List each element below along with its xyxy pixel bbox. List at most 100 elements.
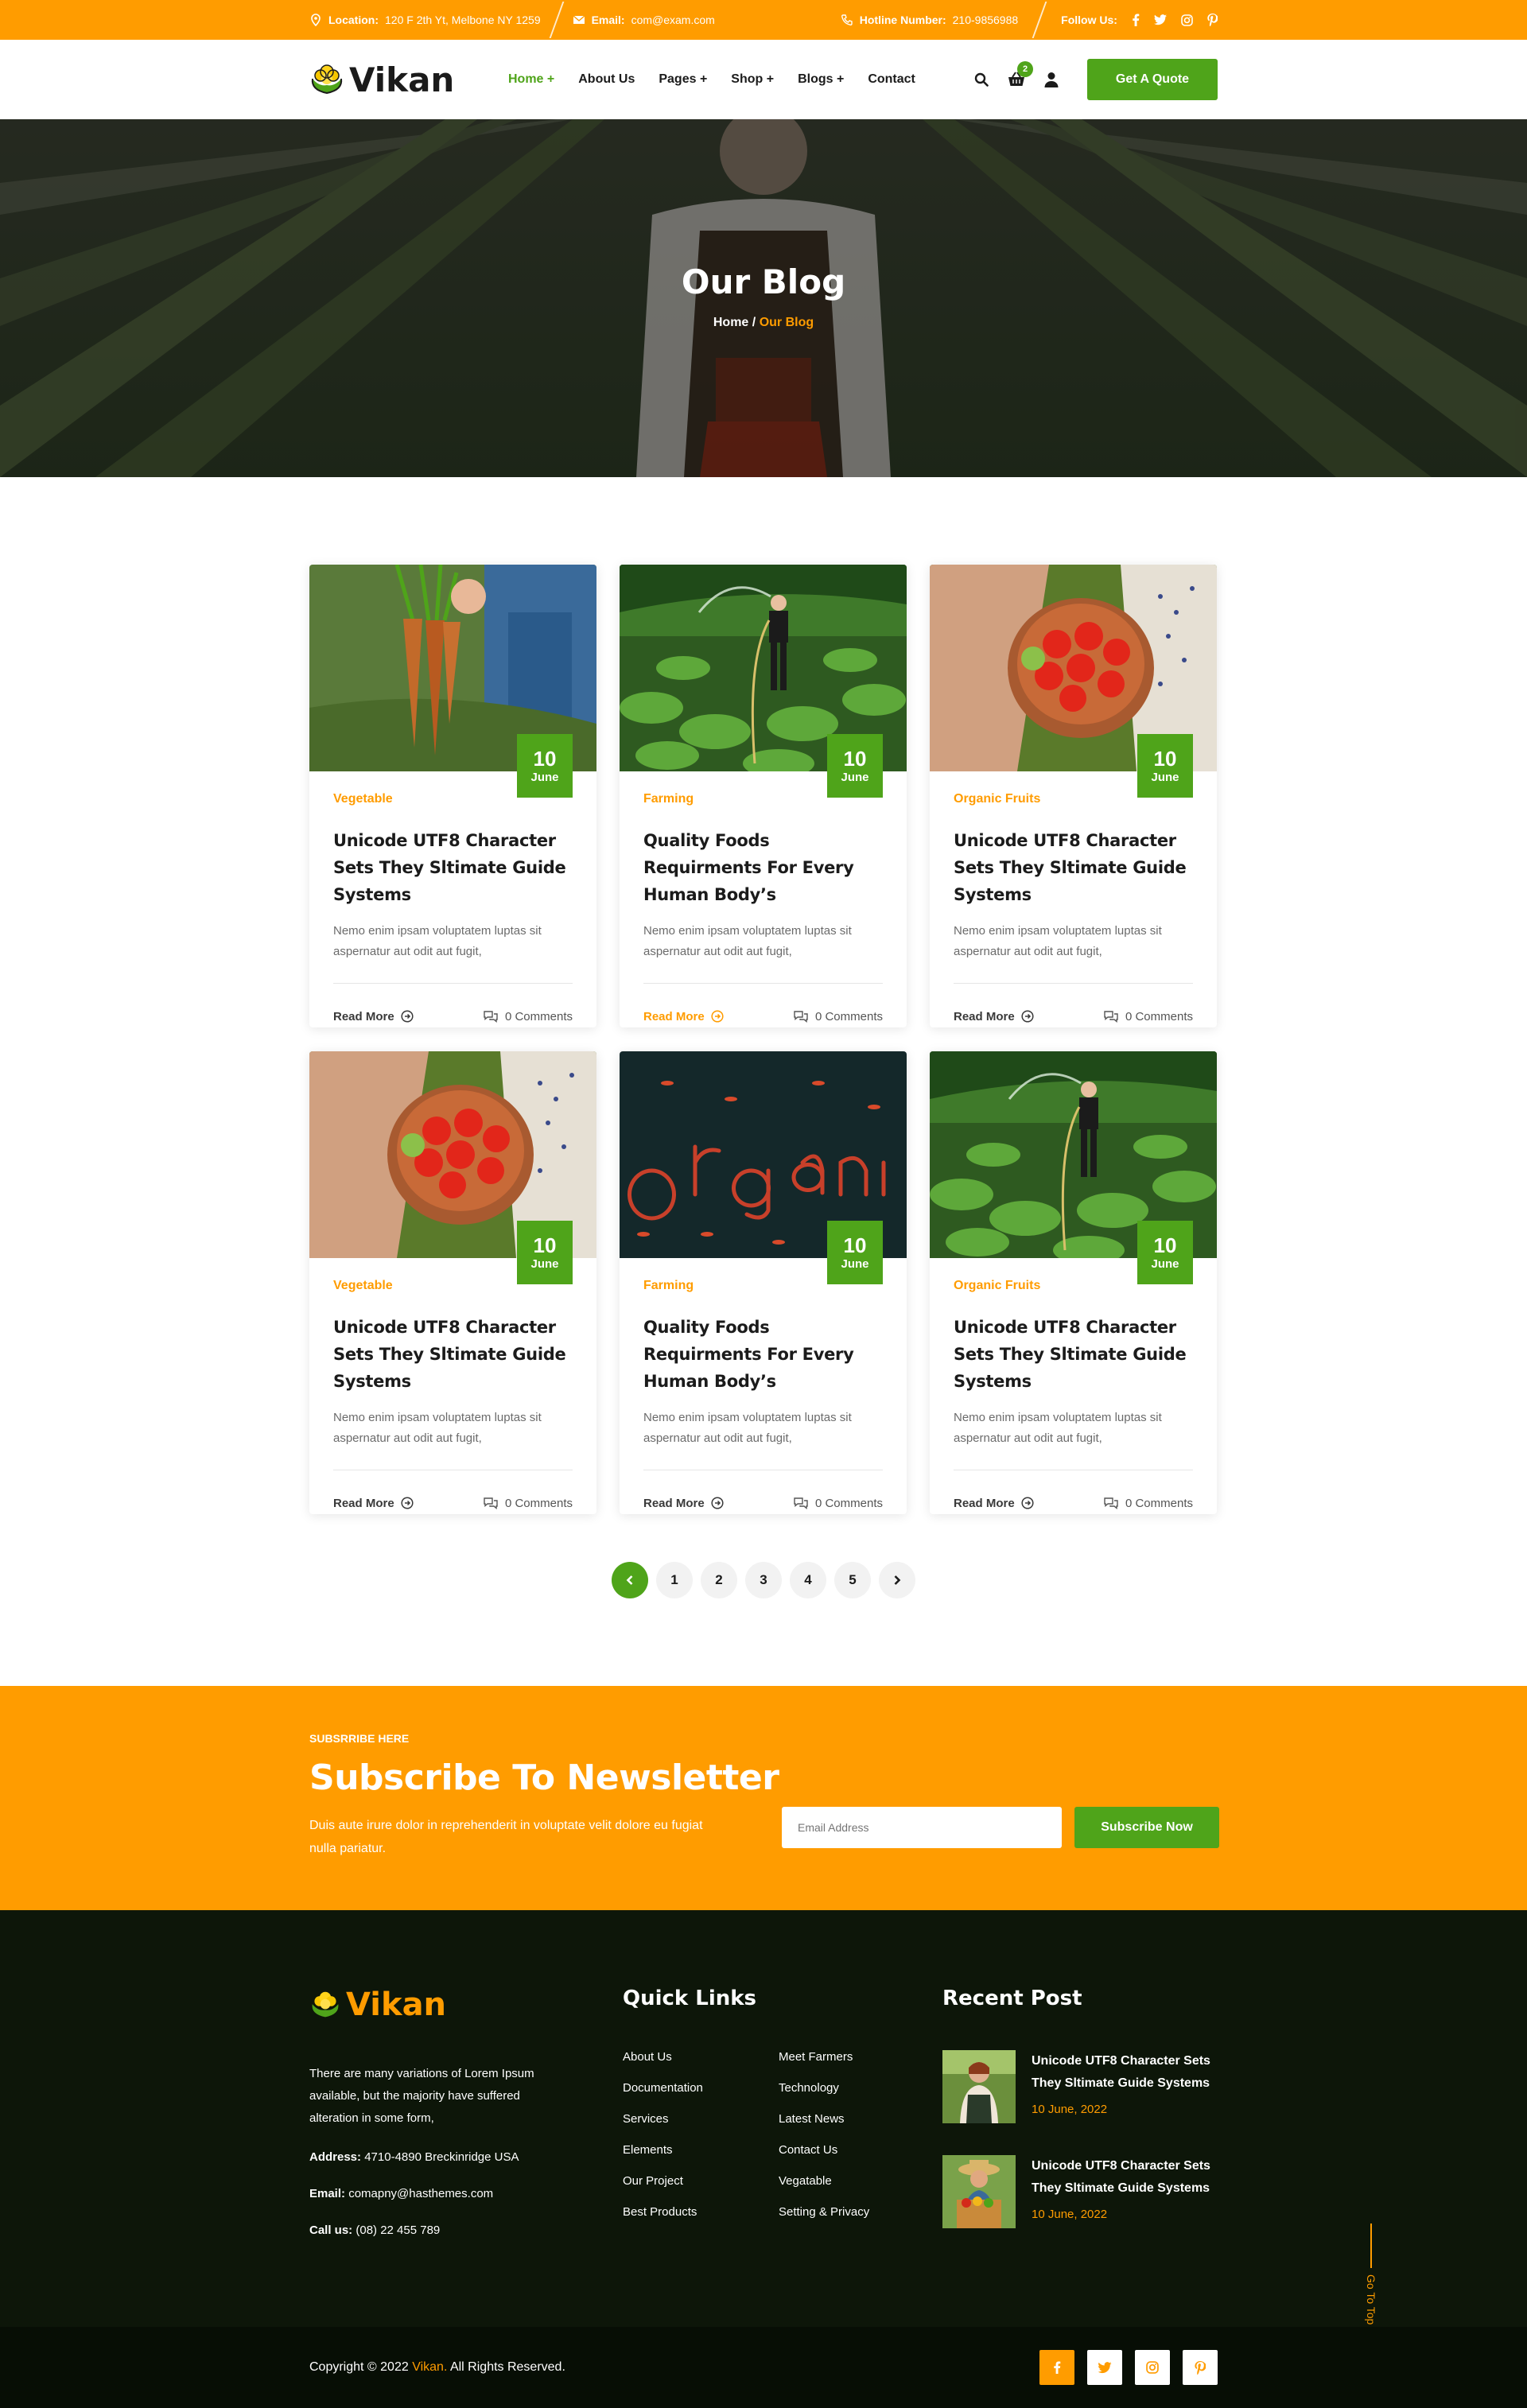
site-logo[interactable]: Vikan (309, 60, 508, 99)
post-title[interactable]: Unicode UTF8 Character Sets They Sltimat… (954, 827, 1193, 908)
read-more-link[interactable]: Read More (333, 1010, 414, 1023)
post-title[interactable]: Unicode UTF8 Character Sets They Sltimat… (333, 827, 573, 908)
read-more-link[interactable]: Read More (643, 1497, 724, 1510)
post-title[interactable]: Unicode UTF8 Character Sets They Sltimat… (333, 1314, 573, 1395)
comments-link[interactable]: 0 Comments (1103, 1497, 1193, 1510)
recent-post-date: 10 June, 2022 (1032, 2208, 1108, 2221)
footer-logo[interactable]: Vikan (309, 1987, 623, 2023)
recent-post-title[interactable]: Unicode UTF8 Character Sets They Sltimat… (1032, 2050, 1218, 2095)
facebook-icon[interactable] (1132, 14, 1140, 26)
recent-post-title[interactable]: Unicode UTF8 Character Sets They Sltimat… (1032, 2155, 1218, 2200)
copyright-brand[interactable]: Vikan. (412, 2360, 447, 2374)
previous-page-button[interactable] (612, 1562, 648, 1598)
instagram-icon[interactable] (1181, 14, 1193, 26)
blog-card-image[interactable]: 10 June (930, 1051, 1217, 1284)
post-title[interactable]: Unicode UTF8 Character Sets They Sltimat… (954, 1314, 1193, 1395)
next-page-button[interactable] (879, 1562, 915, 1598)
blog-card[interactable]: 10 June Farming Quality Foods Requirments F… (620, 565, 907, 1027)
email-label: Email: (309, 2187, 346, 2200)
twitter-link[interactable] (1087, 2350, 1122, 2385)
comments-link[interactable]: 0 Comments (793, 1010, 883, 1023)
blog-card[interactable]: 10 June Organic Fruits Unicode UTF8 Charact… (930, 1051, 1217, 1514)
blog-card[interactable]: 10 June Farming Quality Foods Requirments F… (620, 1051, 907, 1514)
comments-link[interactable]: 0 Comments (1103, 1010, 1193, 1023)
email-info: Email: com@exam.com (573, 14, 715, 26)
blog-card[interactable]: 10 June Vegetable Unicode UTF8 Character Se… (309, 565, 596, 1027)
recent-post[interactable]: Unicode UTF8 Character Sets They Sltimat… (942, 2155, 1218, 2228)
twitter-icon[interactable] (1153, 14, 1167, 25)
blog-card-footer: Read More 0 Comments (333, 984, 573, 1027)
quick-link-settingprivacy[interactable]: Setting & Privacy (779, 2205, 934, 2219)
hotline-value[interactable]: 210-9856988 (953, 14, 1019, 26)
blog-card-image[interactable]: 10 June (620, 565, 907, 798)
blog-card-image[interactable]: 10 June (309, 565, 596, 798)
newsletter-kicker: SUBSRRIBE HERE (309, 1732, 410, 1745)
quick-link-services[interactable]: Services (623, 2112, 779, 2126)
nav-item-aboutus[interactable]: About Us (578, 72, 635, 87)
post-title[interactable]: Quality Foods Requirments For Every Huma… (643, 1314, 883, 1395)
nav-item-pages[interactable]: Pages + (659, 72, 707, 87)
date-month: June (841, 770, 869, 784)
email-value[interactable]: comapny@hasthemes.com (348, 2187, 493, 2200)
subscribe-now-button[interactable]: Subscribe Now (1074, 1807, 1219, 1848)
recent-post[interactable]: Unicode UTF8 Character Sets They Sltimat… (942, 2050, 1218, 2123)
account-button[interactable] (1043, 71, 1060, 88)
read-more-link[interactable]: Read More (643, 1010, 724, 1023)
quick-link-contactus[interactable]: Contact Us (779, 2143, 934, 2157)
email-value[interactable]: com@exam.com (631, 14, 715, 26)
cart-count-badge: 2 (1017, 61, 1033, 77)
nav-item-blogs[interactable]: Blogs + (798, 72, 844, 87)
blog-card-body: Farming Quality Foods Requirments For Eve… (620, 771, 907, 1027)
quick-link-documentation[interactable]: Documentation (623, 2081, 779, 2095)
nav-item-shop[interactable]: Shop + (731, 72, 774, 87)
page-1-button[interactable]: 1 (656, 1562, 693, 1598)
instagram-link[interactable] (1135, 2350, 1170, 2385)
blog-card-image[interactable]: 10 June (620, 1051, 907, 1284)
blog-card-image[interactable]: 10 June (309, 1051, 596, 1284)
blog-card-body: Vegetable Unicode UTF8 Character Sets The… (309, 1258, 596, 1514)
page-3-button[interactable]: 3 (745, 1562, 782, 1598)
blog-card[interactable]: 10 June Vegetable Unicode UTF8 Character Se… (309, 1051, 596, 1514)
quick-link-elements[interactable]: Elements (623, 2143, 779, 2157)
footer-bottom-bar: Copyright © 2022 Vikan. All Rights Reser… (0, 2327, 1527, 2408)
email-address-input[interactable] (782, 1807, 1062, 1848)
nav-item-home[interactable]: Home + (508, 72, 554, 87)
read-more-link[interactable]: Read More (954, 1497, 1034, 1510)
date-month: June (1151, 770, 1179, 784)
comments-link[interactable]: 0 Comments (793, 1497, 883, 1510)
page-2-button[interactable]: 2 (701, 1562, 737, 1598)
comments-icon (1104, 1497, 1118, 1509)
page-hero: Our Blog Home / Our Blog (0, 119, 1527, 477)
breadcrumb-home-link[interactable]: Home (713, 316, 748, 329)
cart-button[interactable]: 2 (1008, 61, 1033, 88)
page-5-button[interactable]: 5 (834, 1562, 871, 1598)
search-button[interactable] (973, 71, 990, 88)
quick-link-vegatable[interactable]: Vegatable (779, 2174, 934, 2188)
go-to-top-button[interactable]: Go To Top (1352, 2224, 1390, 2324)
read-more-label: Read More (954, 1496, 1015, 1510)
comments-link[interactable]: 0 Comments (483, 1497, 573, 1510)
recent-post-text: Unicode UTF8 Character Sets They Sltimat… (1032, 2155, 1218, 2228)
blog-card[interactable]: 10 June Organic Fruits Unicode UTF8 Charact… (930, 565, 1217, 1027)
read-more-link[interactable]: Read More (333, 1497, 414, 1510)
quick-link-aboutus[interactable]: About Us (623, 2050, 779, 2064)
quick-link-ourproject[interactable]: Our Project (623, 2174, 779, 2188)
quick-link-bestproducts[interactable]: Best Products (623, 2205, 779, 2219)
comments-link[interactable]: 0 Comments (483, 1010, 573, 1023)
nav-item-contact[interactable]: Contact (868, 72, 915, 87)
blog-card-image[interactable]: 10 June (930, 565, 1217, 798)
instagram-icon (1146, 2361, 1159, 2374)
read-more-label: Read More (333, 1496, 394, 1510)
quick-link-latestnews[interactable]: Latest News (779, 2112, 934, 2126)
pinterest-icon[interactable] (1207, 14, 1218, 26)
header-icons: 2 (973, 61, 1060, 88)
facebook-link[interactable] (1039, 2350, 1074, 2385)
post-title[interactable]: Quality Foods Requirments For Every Huma… (643, 827, 883, 908)
pinterest-link[interactable] (1183, 2350, 1218, 2385)
call-value[interactable]: (08) 22 455 789 (356, 2224, 440, 2237)
quick-link-meetfarmers[interactable]: Meet Farmers (779, 2050, 934, 2064)
read-more-link[interactable]: Read More (954, 1010, 1034, 1023)
quick-link-technology[interactable]: Technology (779, 2081, 934, 2095)
page-4-button[interactable]: 4 (790, 1562, 826, 1598)
get-a-quote-button[interactable]: Get A Quote (1087, 59, 1218, 100)
